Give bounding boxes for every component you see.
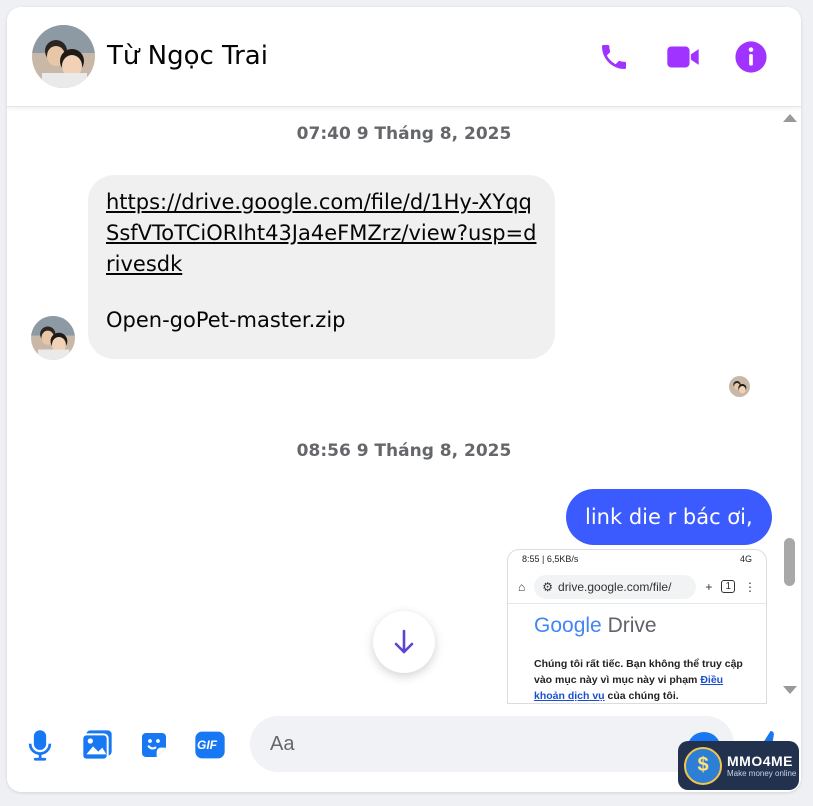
seen-indicator-avatar xyxy=(729,376,750,397)
site-settings-icon: ⚙ xyxy=(542,579,554,594)
gif-icon[interactable]: GIF xyxy=(193,728,227,762)
chat-header: Từ Ngọc Trai xyxy=(7,7,801,107)
contact-avatar[interactable] xyxy=(32,25,95,88)
scrollbar[interactable] xyxy=(779,108,801,704)
screenshot-error-text: Chúng tôi rất tiếc. Bạn không thể truy c… xyxy=(534,658,743,702)
outgoing-message-bubble[interactable]: link die r bác ơi, xyxy=(566,489,772,545)
screenshot-status-bar: 8:55 | 6,5KB/s 4G xyxy=(508,550,766,570)
sticker-icon[interactable] xyxy=(137,728,171,762)
scroll-to-bottom-button[interactable] xyxy=(373,611,435,673)
message-thread[interactable]: 07:40 9 Tháng 8, 2025 https://drive.goog… xyxy=(7,108,801,704)
gif-label: GIF xyxy=(197,738,217,752)
scroll-down-arrow[interactable] xyxy=(783,686,797,694)
sender-avatar[interactable] xyxy=(31,316,75,360)
chat-window: Từ Ngọc Trai 07:40 9 Tháng 8, 2025 https… xyxy=(7,7,801,792)
new-tab-icon: + xyxy=(705,579,713,594)
screenshot-time: 8:55 | 6,5KB/s xyxy=(522,554,579,564)
info-icon[interactable] xyxy=(732,38,770,76)
phone-icon[interactable] xyxy=(595,38,633,76)
google-drive-logo: Google Drive xyxy=(534,614,657,637)
mmo4me-watermark: $ MMO4ME Make money online xyxy=(678,741,799,790)
screenshot-url: drive.google.com/file/ xyxy=(558,579,672,594)
more-menu-icon: ⋮ xyxy=(744,579,756,594)
message-input[interactable] xyxy=(250,716,734,772)
contact-name[interactable]: Từ Ngọc Trai xyxy=(107,41,268,71)
screenshot-network: 4G xyxy=(739,554,752,564)
timestamp: 07:40 9 Tháng 8, 2025 xyxy=(296,124,512,144)
arrow-down-icon xyxy=(394,629,414,654)
watermark-tagline: Make money online xyxy=(727,769,797,778)
tab-count: 1 xyxy=(721,580,735,593)
scroll-up-arrow[interactable] xyxy=(783,114,797,122)
dollar-coin-icon: $ xyxy=(684,746,722,785)
watermark-brand: MMO4ME xyxy=(727,753,793,769)
image-attachment[interactable]: 8:55 | 6,5KB/s 4G ⌂ ⚙ drive.google.com/f… xyxy=(507,549,767,704)
photo-icon[interactable] xyxy=(80,728,114,762)
drive-link[interactable]: https://drive.google.com/file/d/1Hy-XYqq… xyxy=(106,187,537,280)
scrollbar-thumb[interactable] xyxy=(784,538,795,586)
microphone-icon[interactable] xyxy=(23,728,57,762)
incoming-message-bubble[interactable]: https://drive.google.com/file/d/1Hy-XYqq… xyxy=(88,175,555,359)
video-camera-icon[interactable] xyxy=(664,38,702,76)
attachment-filename: Open-goPet-master.zip xyxy=(106,308,346,332)
screenshot-url-bar: ⌂ ⚙ drive.google.com/file/ + 1 ⋮ xyxy=(508,570,766,604)
timestamp: 08:56 9 Tháng 8, 2025 xyxy=(296,441,512,461)
home-icon: ⌂ xyxy=(518,579,526,594)
